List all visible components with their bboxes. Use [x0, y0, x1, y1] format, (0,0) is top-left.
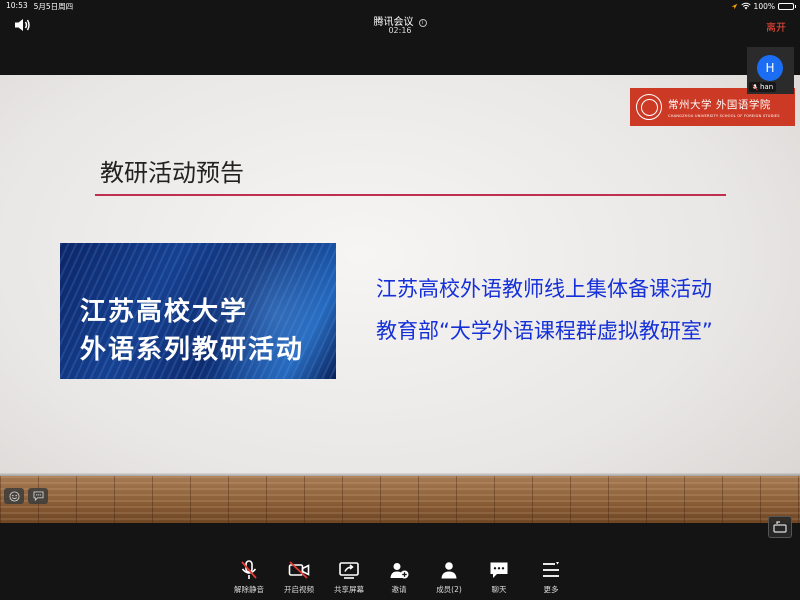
more-label: 更多 [543, 585, 559, 594]
slide-text-line-1: 江苏高校外语教师线上集体备课活动 [376, 277, 712, 301]
university-seal-icon [636, 94, 662, 120]
start-video-label: 开启视频 [284, 585, 314, 594]
share-screen-label: 共享屏幕 [334, 585, 364, 594]
battery-icon [778, 2, 796, 10]
emoji-icon [8, 490, 20, 502]
add-person-icon [390, 563, 409, 579]
logo-chinese-text: 常州大学 外国语学院 [668, 98, 771, 111]
unmute-button[interactable]: 解除静音 [224, 560, 274, 600]
mic-muted-icon [241, 560, 257, 579]
wooden-floor-background [0, 476, 800, 523]
invite-button[interactable]: 邀请 [374, 560, 424, 600]
reaction-button[interactable] [4, 488, 24, 504]
banner-line-1: 江苏高校大学 [80, 297, 249, 327]
chat-bubble-icon [33, 491, 43, 501]
logo-english-text: CHANGZHOU UNIVERSITY SCHOOL OF FOREIGN S… [668, 113, 780, 118]
members-label: 成员(2) [436, 585, 462, 594]
more-button[interactable]: 更多 [526, 560, 576, 600]
members-icon [441, 562, 457, 579]
battery-percent: 100% [753, 1, 775, 11]
rotate-screen-button[interactable] [768, 516, 792, 538]
status-time: 10:53 [6, 0, 28, 10]
location-icon [731, 3, 737, 9]
chat-label: 聊天 [491, 585, 507, 594]
participant-tile[interactable]: H han [747, 47, 794, 94]
slide-title: 教研活动预告 [100, 159, 244, 187]
avatar: H [757, 55, 783, 81]
more-menu-icon [543, 562, 559, 577]
camera-off-icon [288, 561, 310, 579]
leave-button[interactable]: 离开 [766, 19, 786, 34]
start-video-button[interactable]: 开启视频 [274, 560, 324, 600]
status-date: 5月5日周四 [33, 1, 74, 11]
quick-chat-button[interactable] [28, 488, 48, 504]
invite-label: 邀请 [391, 585, 407, 594]
event-banner-image: 江苏高校大学 外语系列教研活动 [60, 243, 336, 379]
slide-text-line-2: 教育部“大学外语课程群虚拟教研室” [376, 319, 713, 343]
rotate-screen-icon [773, 521, 787, 533]
banner-line-2: 外语系列教研活动 [80, 335, 305, 365]
chat-icon [490, 562, 508, 578]
status-bar: 10:53 5月5日周四 100% [0, 0, 800, 12]
participant-name-tag: han [749, 82, 777, 92]
share-screen-button[interactable]: 共享屏幕 [324, 560, 374, 600]
shared-screen: 常州大学 外国语学院 CHANGZHOU UNIVERSITY SCHOOL O… [0, 75, 800, 523]
chat-button[interactable]: 聊天 [474, 560, 524, 600]
mic-muted-icon [752, 83, 758, 91]
title-underline [95, 194, 726, 196]
meeting-window: 10:53 5月5日周四 100% 腾讯会议 i 02:16 离开 常州大学 外国… [0, 0, 800, 600]
unmute-label: 解除静音 [234, 585, 264, 594]
meeting-timer: 02:16 [388, 26, 412, 35]
meeting-header: 腾讯会议 i 02:16 离开 [0, 12, 800, 40]
wifi-icon [740, 2, 751, 10]
meeting-toolbar: 解除静音 开启视频 共享屏幕 邀请 成员(2) 聊天 更多 [0, 556, 800, 600]
participant-name: han [760, 83, 774, 91]
share-screen-icon [339, 562, 359, 579]
members-button[interactable]: 成员(2) [424, 560, 474, 600]
